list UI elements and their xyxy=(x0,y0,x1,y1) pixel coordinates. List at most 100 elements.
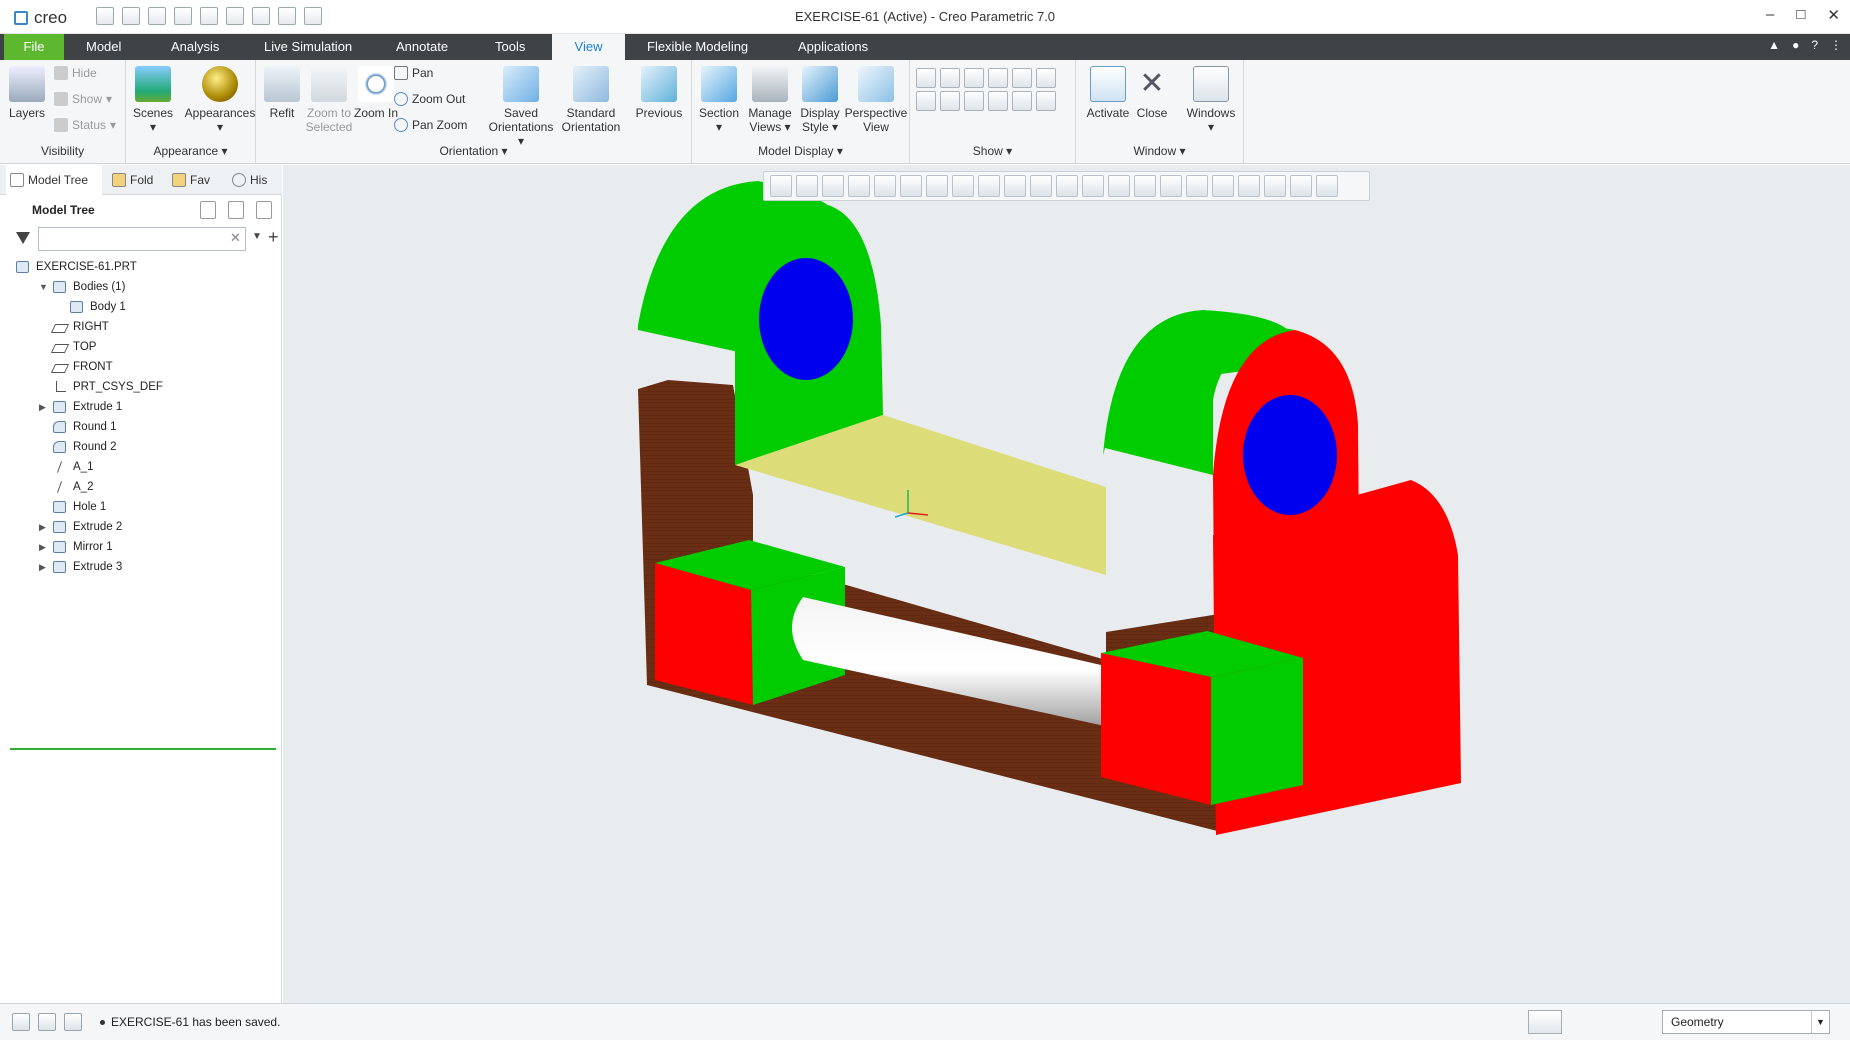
axis-tag-icon[interactable] xyxy=(940,91,960,111)
navigator-toggle-icon[interactable] xyxy=(12,1013,30,1031)
tab-model-tree[interactable]: Model Tree xyxy=(6,165,102,195)
model-viewport[interactable] xyxy=(283,165,1850,1003)
tree-item[interactable]: ▶ Extrude 1 xyxy=(0,397,282,417)
tree-item[interactable]: TOP xyxy=(0,337,282,357)
annotation-display-icon[interactable] xyxy=(1160,175,1182,197)
perspective-icon[interactable] xyxy=(978,175,1000,197)
filter-icon[interactable] xyxy=(16,232,30,246)
tab-analysis[interactable]: Analysis xyxy=(157,34,233,60)
search-dropdown-icon[interactable]: ▼ xyxy=(252,231,262,242)
find-button[interactable] xyxy=(1528,1010,1562,1034)
close-icon[interactable]: ✕ xyxy=(1827,6,1840,24)
refit-icon[interactable] xyxy=(770,175,792,197)
tree-show-icon[interactable] xyxy=(228,201,244,219)
zoom-in-icon[interactable] xyxy=(796,175,818,197)
windows-button[interactable]: Windows ▾ xyxy=(1182,64,1240,134)
tree-item[interactable]: A_2 xyxy=(0,477,282,497)
previous-button[interactable]: Previous xyxy=(630,64,688,120)
tab-view[interactable]: View xyxy=(552,34,625,60)
tab-tools[interactable]: Tools xyxy=(481,34,539,60)
left-hole[interactable] xyxy=(759,258,853,380)
layers-button[interactable]: Layers xyxy=(0,64,54,120)
tree-item[interactable]: Round 2 xyxy=(0,437,282,457)
tree-item[interactable]: Hole 1 xyxy=(0,497,282,517)
sketch-display-icon[interactable] xyxy=(1238,175,1260,197)
minimize-icon[interactable]: – xyxy=(1766,6,1774,24)
tab-folder-browser[interactable]: Fold xyxy=(108,165,162,195)
section-icon[interactable] xyxy=(1004,175,1026,197)
tree-item[interactable]: A_1 xyxy=(0,457,282,477)
zoom-out-button[interactable]: Zoom Out xyxy=(394,92,465,106)
dimension-display-icon[interactable] xyxy=(1186,175,1208,197)
more-icon[interactable]: ⋮ xyxy=(1830,38,1842,52)
perspective-view-button[interactable]: Perspective View xyxy=(844,64,908,134)
tree-item[interactable]: ▶ Extrude 3 xyxy=(0,557,282,577)
scenes-button[interactable]: Scenes ▾ xyxy=(126,64,180,134)
display-style-button[interactable]: Display Style ▾ xyxy=(796,64,844,134)
point-display-icon[interactable] xyxy=(964,68,984,88)
tab-model[interactable]: Model xyxy=(72,34,135,60)
tab-flexible-modeling[interactable]: Flexible Modeling xyxy=(633,34,762,60)
help-icon[interactable]: ? xyxy=(1811,38,1818,52)
tab-history[interactable]: His xyxy=(228,165,282,195)
tree-expand-toggle[interactable]: ▼ xyxy=(39,277,49,297)
tree-item[interactable]: Round 1 xyxy=(0,417,282,437)
point-tag-icon[interactable] xyxy=(964,91,984,111)
tree-item[interactable]: FRONT xyxy=(0,357,282,377)
browser-toggle-icon[interactable] xyxy=(38,1013,56,1031)
add-item-icon[interactable]: + xyxy=(268,227,279,248)
tab-annotate[interactable]: Annotate xyxy=(382,34,462,60)
clear-search-icon[interactable]: ✕ xyxy=(230,230,241,246)
pause-icon[interactable] xyxy=(1290,175,1312,197)
standard-orientation-button[interactable]: Standard Orientation xyxy=(556,64,626,134)
appearances-button[interactable]: Appearances ▾ xyxy=(184,64,256,134)
tree-item[interactable]: PRT_CSYS_DEF xyxy=(0,377,282,397)
refit-button[interactable]: Refit xyxy=(260,64,304,120)
pan-button[interactable]: Pan xyxy=(394,66,433,80)
maximize-icon[interactable]: □ xyxy=(1796,6,1805,24)
render-icon[interactable] xyxy=(1316,175,1338,197)
insert-here-marker[interactable] xyxy=(10,748,276,750)
tree-expand-toggle[interactable]: ▶ xyxy=(39,397,49,417)
group-model-display-label[interactable]: Model Display ▾ xyxy=(692,144,909,158)
graphics-window[interactable] xyxy=(283,165,1850,1003)
tree-search-input[interactable] xyxy=(38,227,246,251)
tree-item[interactable]: RIGHT xyxy=(0,317,282,337)
show-button[interactable]: Show ▾ xyxy=(54,92,112,106)
tab-favorites[interactable]: Fav xyxy=(168,165,222,195)
status-button[interactable]: Status ▾ xyxy=(54,118,116,132)
saved-orientations-icon[interactable] xyxy=(926,175,948,197)
right-cube-side[interactable] xyxy=(1211,658,1303,805)
tab-live-simulation[interactable]: Live Simulation xyxy=(250,34,366,60)
pan-zoom-button[interactable]: Pan Zoom xyxy=(394,118,467,132)
repaint-icon[interactable] xyxy=(848,175,870,197)
csys-display-icon[interactable] xyxy=(1134,175,1156,197)
tab-file[interactable]: File xyxy=(4,34,64,60)
dimension-display-icon[interactable] xyxy=(1036,68,1056,88)
spin-center-icon[interactable] xyxy=(1012,91,1032,111)
group-appearance-label[interactable]: Appearance ▾ xyxy=(126,144,255,158)
tree-columns-icon[interactable] xyxy=(256,201,272,219)
tree-item[interactable]: ▼ Bodies (1) xyxy=(0,277,282,297)
axis-display-icon[interactable] xyxy=(940,68,960,88)
plane-display-icon[interactable] xyxy=(1056,175,1078,197)
section-button[interactable]: Section ▾ xyxy=(694,64,744,134)
close-window-button[interactable]: ✕ Close xyxy=(1130,64,1174,120)
group-show-label[interactable]: Show ▾ xyxy=(910,144,1075,158)
tree-settings-icon[interactable] xyxy=(200,201,216,219)
tree-expand-toggle[interactable]: ▶ xyxy=(39,517,49,537)
view-manager-icon[interactable] xyxy=(952,175,974,197)
plane-display-icon[interactable] xyxy=(916,68,936,88)
sketch-display-icon[interactable] xyxy=(1036,91,1056,111)
tree-expand-toggle[interactable]: ▶ xyxy=(39,557,49,577)
tree-item[interactable]: ▶ Extrude 2 xyxy=(0,517,282,537)
tree-item[interactable]: Body 1 xyxy=(0,297,282,317)
zoom-in-button[interactable]: Zoom In xyxy=(352,64,400,120)
activate-button[interactable]: Activate xyxy=(1082,64,1134,120)
appearance-icon[interactable] xyxy=(1030,175,1052,197)
csys-display-icon[interactable] xyxy=(988,68,1008,88)
saved-orientations-button[interactable]: Saved Orientations ▾ xyxy=(486,64,556,148)
plane-tag-icon[interactable] xyxy=(916,91,936,111)
group-window-label[interactable]: Window ▾ xyxy=(1076,144,1243,158)
display-style-icon[interactable] xyxy=(900,175,922,197)
